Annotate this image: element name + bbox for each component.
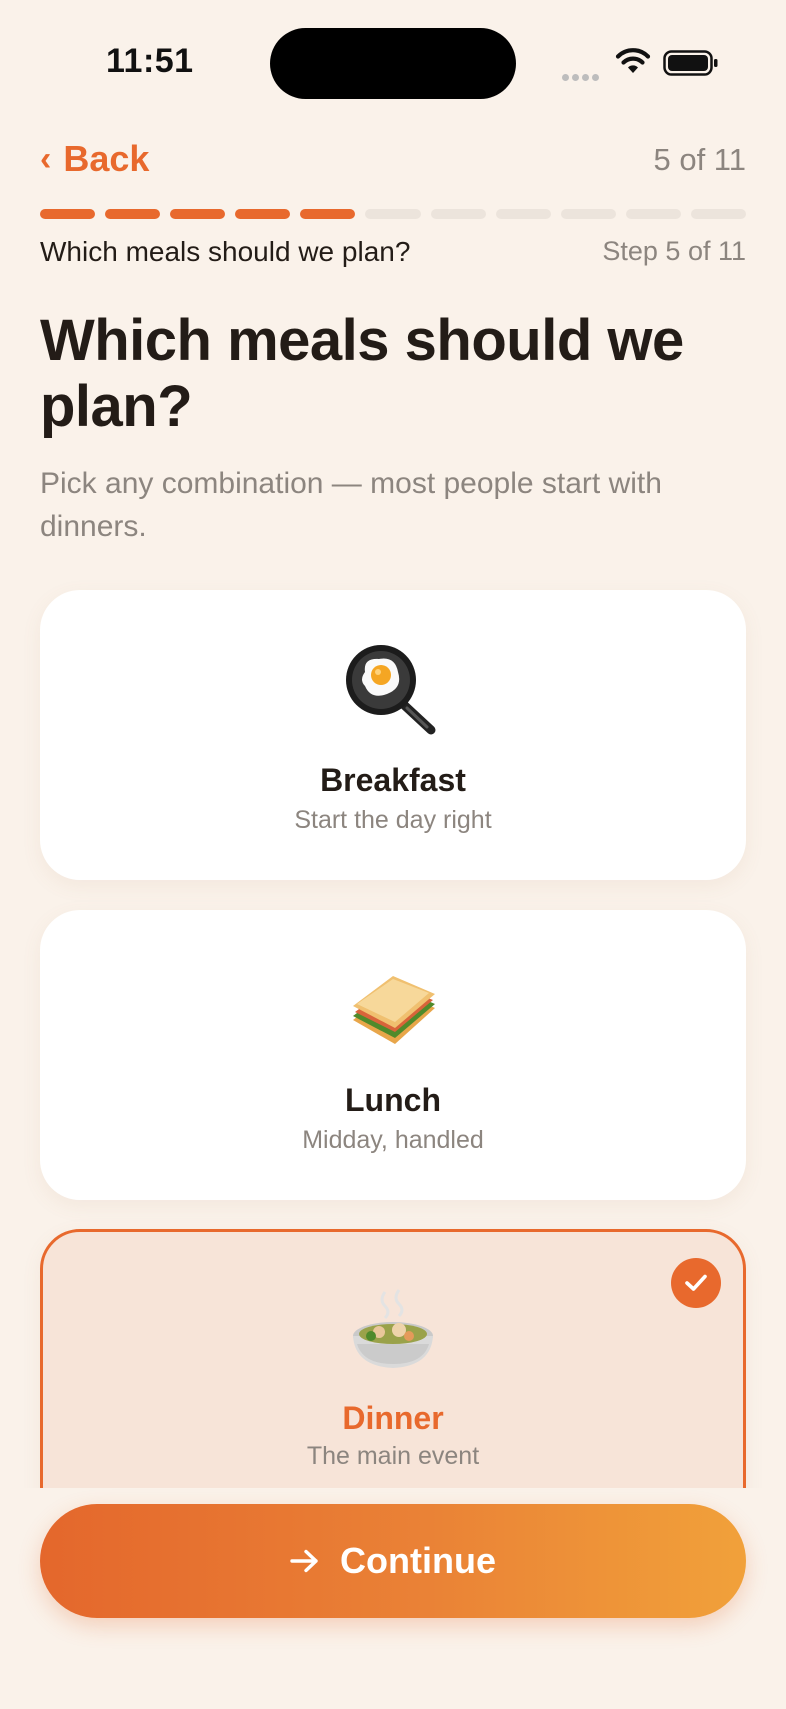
back-label: Back: [63, 138, 150, 179]
option-label: Dinner: [342, 1400, 444, 1436]
stew-bowl-icon: [343, 1284, 443, 1384]
progress-segment: [300, 209, 356, 219]
option-description: Start the day right: [294, 806, 492, 834]
page-subtitle: Pick any combination — most people start…: [40, 467, 662, 543]
progress-segment: [625, 209, 681, 219]
progress-segment: [690, 209, 747, 219]
chevron-left-icon: ‹: [40, 140, 52, 178]
continue-label: Continue: [340, 1540, 496, 1581]
progress-segment: [430, 209, 486, 219]
progress-segment: [365, 209, 421, 219]
progress-segment: [170, 209, 226, 219]
meal-option-lunch[interactable]: Lunch Midday, handled: [40, 910, 746, 1200]
wifi-icon: [615, 47, 651, 75]
back-button[interactable]: ‹ Back: [40, 138, 149, 180]
cellular-signal-icon: [562, 68, 604, 81]
progress-segment: [560, 209, 616, 219]
battery-icon: [663, 50, 719, 76]
step-label: Which meals should we plan?: [40, 236, 411, 267]
step-count: Step 5 of 11: [602, 236, 746, 266]
page-title: Which meals should we plan?: [40, 308, 684, 439]
step-counter: 5 of 11: [653, 142, 746, 177]
option-description: The main event: [306, 1442, 480, 1470]
dynamic-island: [270, 28, 516, 99]
progress-segment: [495, 209, 551, 219]
status-time: 11:51: [106, 42, 194, 80]
arrow-right-icon: [290, 1540, 320, 1582]
progress-segment: [40, 209, 96, 219]
progress-bar: [40, 209, 747, 219]
progress-segment: [105, 209, 161, 219]
meal-option-breakfast[interactable]: Breakfast Start the day right: [40, 590, 746, 880]
frying-pan-egg-icon: [343, 642, 443, 742]
progress-segment: [235, 209, 291, 219]
option-label: Lunch: [345, 1082, 441, 1118]
continue-button[interactable]: Continue: [40, 1504, 746, 1618]
checkmark-icon: [671, 1258, 721, 1308]
sandwich-icon: [343, 962, 443, 1062]
option-label: Breakfast: [320, 762, 466, 798]
option-description: Midday, handled: [302, 1126, 484, 1154]
